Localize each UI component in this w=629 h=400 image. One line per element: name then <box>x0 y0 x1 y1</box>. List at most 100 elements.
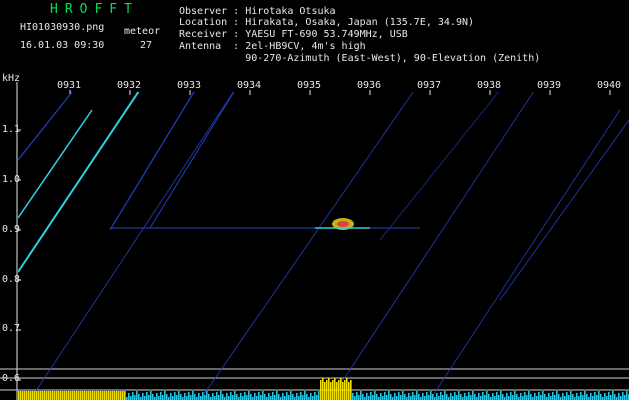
spectrum-bin <box>340 378 342 400</box>
spectrum-bin <box>622 392 624 400</box>
spectrum-bin <box>250 394 252 400</box>
spectrum-bin <box>426 392 428 400</box>
spectrum-bin <box>324 382 326 400</box>
spectrum-bin <box>320 380 322 400</box>
spectrum-bin <box>26 391 28 400</box>
spectrum-bin <box>84 391 86 400</box>
spectrum-bin <box>466 396 468 400</box>
spectrum-bin <box>444 391 446 400</box>
spectrum-bin <box>478 393 480 400</box>
spectrum-bin <box>40 391 42 400</box>
spectrum-bin <box>468 392 470 400</box>
spectrum-bin <box>314 392 316 400</box>
spectrum-bin <box>536 396 538 400</box>
spectrum-bin <box>100 391 102 400</box>
spectrum-bin <box>396 396 398 400</box>
spectrum-bin <box>494 396 496 400</box>
spectrum-bin <box>380 393 382 400</box>
spectrum-bin <box>508 396 510 400</box>
spectrum-bin <box>328 378 330 400</box>
spectrum-bin <box>456 395 458 400</box>
spectrum-bin <box>216 392 218 400</box>
spectrum-bin <box>586 394 588 400</box>
spectrum-bin <box>34 391 36 400</box>
spectrum-bin <box>156 393 158 400</box>
spectrum-bin <box>548 393 550 400</box>
spectrum-bin <box>36 391 38 400</box>
spectrum-bin <box>600 394 602 400</box>
spectrum-bin <box>268 393 270 400</box>
spectrum-bin <box>158 396 160 400</box>
spectrum-bin <box>90 391 92 400</box>
meteor-trace <box>18 92 73 161</box>
spectrum-bin <box>510 392 512 400</box>
spectrum-bin <box>424 396 426 400</box>
spectrum-bin <box>184 393 186 400</box>
spectrum-bin <box>192 391 194 400</box>
spectrum-bin <box>102 391 104 400</box>
spectrum-bin <box>318 391 320 400</box>
spectrum-bin <box>62 391 64 400</box>
spectrum-bin <box>310 393 312 400</box>
spectrum-bin <box>368 396 370 400</box>
spectrum-bin <box>152 394 154 400</box>
spectrum-bin <box>572 394 574 400</box>
spectrum-bin <box>164 391 166 400</box>
spectrum-bin <box>274 395 276 400</box>
spectrum-bin <box>596 395 598 400</box>
spectrum-bin <box>262 391 264 400</box>
spectrum-bin <box>360 391 362 400</box>
spectrum-bin <box>404 394 406 400</box>
spectrum-bin <box>604 393 606 400</box>
spectrum-bin <box>58 391 60 400</box>
meteor-trace <box>18 92 140 273</box>
spectrum-bin <box>278 394 280 400</box>
meteor-trace <box>149 92 235 229</box>
spectrum-bin <box>136 391 138 400</box>
spectrum-bin <box>520 393 522 400</box>
spectrum-bin <box>428 395 430 400</box>
spectrum-bin <box>542 391 544 400</box>
spectrum-bin <box>172 396 174 400</box>
spectrum-bin <box>316 395 318 400</box>
spectrum-bin <box>180 394 182 400</box>
spectrum-bin <box>206 391 208 400</box>
spectrum-bin <box>408 393 410 400</box>
spectrum-bin <box>50 391 52 400</box>
spectrum-bin <box>264 394 266 400</box>
spectrum-bin <box>202 392 204 400</box>
spectrum-bin <box>472 391 474 400</box>
spectrum-bin <box>288 395 290 400</box>
spectrum-bin <box>506 393 508 400</box>
spectrum-bin <box>96 391 98 400</box>
spectrum-bin <box>550 396 552 400</box>
meteor-trace <box>499 119 629 301</box>
spectrum-bin <box>248 391 250 400</box>
spectrum-bin <box>410 396 412 400</box>
spectrum-bin <box>612 391 614 400</box>
spectrum-bin <box>390 394 392 400</box>
spectrum-bin <box>222 394 224 400</box>
spectrum-bin <box>298 396 300 400</box>
spectrum-bin <box>562 393 564 400</box>
spectrum-bin <box>554 395 556 400</box>
spectrum-bin <box>422 393 424 400</box>
spectrum-bin <box>66 391 68 400</box>
spectrum-bin <box>52 391 54 400</box>
spectrum-bin <box>116 391 118 400</box>
spectrum-bin <box>436 393 438 400</box>
meteor-trace <box>429 109 621 400</box>
spectrum-bin <box>28 391 30 400</box>
spectrum-bin <box>374 391 376 400</box>
spectrum-bin <box>346 378 348 400</box>
spectrum-bin <box>556 391 558 400</box>
spectrum-bin <box>54 391 56 400</box>
spectrum-bin <box>534 393 536 400</box>
meteor-trace <box>29 92 234 400</box>
spectrum-bin <box>228 396 230 400</box>
spectrum-bin <box>74 391 76 400</box>
spectrum-bin <box>104 391 106 400</box>
spectrum-bin <box>370 392 372 400</box>
spectrum-bin <box>304 391 306 400</box>
spectrum-bin <box>124 391 126 400</box>
